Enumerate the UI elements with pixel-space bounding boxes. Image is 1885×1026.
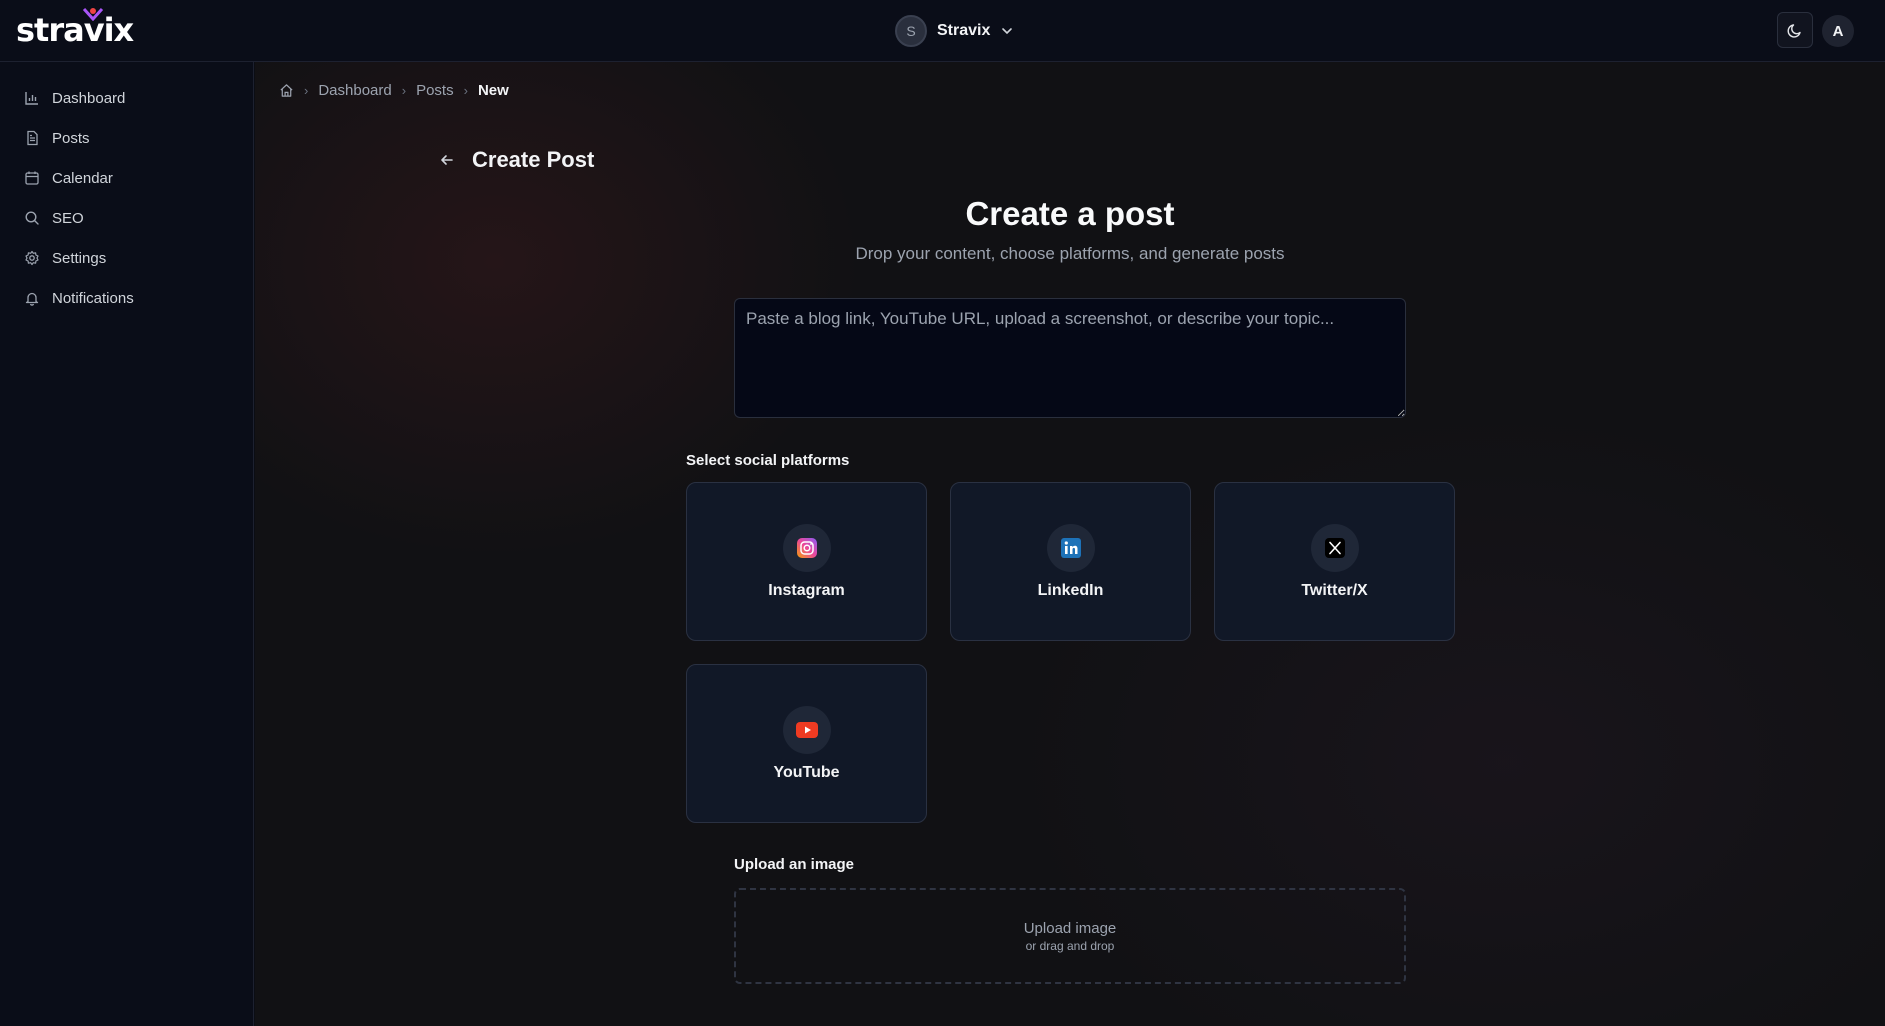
gear-icon	[25, 250, 39, 266]
theme-toggle-button[interactable]	[1777, 12, 1813, 48]
sidebar: Dashboard Posts Calendar SEO Settings No…	[0, 62, 254, 1026]
main-content: › Dashboard › Posts › New Create Post Cr…	[255, 62, 1885, 1026]
platform-card-twitter[interactable]: Twitter/X	[1214, 482, 1455, 641]
platform-card-youtube[interactable]: YouTube	[686, 664, 927, 823]
user-avatar[interactable]: A	[1822, 15, 1854, 47]
hero-title: Create a post	[965, 195, 1175, 232]
bar-chart-icon	[25, 92, 38, 105]
platforms-label: Select social platforms	[686, 452, 850, 469]
sidebar-item-dashboard[interactable]: Dashboard	[0, 78, 253, 118]
back-arrow-icon[interactable]	[438, 151, 456, 169]
search-icon	[25, 211, 39, 225]
sidebar-item-label: Calendar	[52, 169, 113, 187]
sidebar-item-label: Dashboard	[52, 89, 126, 107]
breadcrumb: › Dashboard › Posts › New	[279, 78, 509, 102]
linkedin-icon-wrap	[1046, 523, 1095, 572]
workspace-avatar: S	[895, 15, 927, 47]
breadcrumb-item-posts[interactable]: Posts	[416, 82, 454, 99]
top-bar: strav ix S Stravix A	[0, 0, 1885, 62]
sidebar-item-calendar[interactable]: Calendar	[0, 158, 253, 198]
document-icon	[27, 130, 38, 146]
hero-subtitle: Drop your content, choose platforms, and…	[855, 244, 1285, 263]
linkedin-icon	[1060, 537, 1081, 558]
breadcrumb-separator: ›	[463, 82, 468, 98]
sidebar-item-notifications[interactable]: Notifications	[0, 278, 253, 318]
platform-card-linkedin[interactable]: LinkedIn	[950, 482, 1191, 641]
bell-icon	[25, 292, 39, 306]
platform-name: LinkedIn	[1037, 581, 1104, 599]
breadcrumb-current: New	[477, 81, 509, 99]
logo-text: strav ix	[16, 7, 134, 49]
page-title: Create Post	[472, 147, 595, 172]
breadcrumb-separator: ›	[401, 82, 407, 98]
moon-icon	[1787, 24, 1801, 38]
topic-input[interactable]	[734, 298, 1406, 418]
sidebar-item-posts[interactable]: Posts	[0, 118, 253, 158]
workspace-switcher[interactable]: S Stravix	[895, 14, 1014, 48]
page-header: Create Post	[438, 142, 594, 178]
sidebar-item-label: Notifications	[52, 289, 134, 307]
chevron-down-icon	[1002, 28, 1013, 35]
platform-name: YouTube	[773, 763, 840, 781]
sidebar-item-label: SEO	[52, 209, 84, 227]
platform-card-instagram[interactable]: Instagram	[686, 482, 927, 641]
youtube-icon-wrap	[782, 705, 831, 754]
image-upload-dropzone[interactable]: Upload image or drag and drop	[734, 888, 1406, 984]
sidebar-item-label: Posts	[52, 129, 90, 147]
home-icon[interactable]	[279, 83, 294, 98]
stravix-logo[interactable]: strav ix	[16, 7, 134, 49]
instagram-icon-wrap	[782, 523, 831, 572]
workspace-name: Stravix	[937, 22, 991, 39]
upload-subtitle: or drag and drop	[1025, 938, 1115, 953]
sidebar-item-seo[interactable]: SEO	[0, 198, 253, 238]
x-icon	[1324, 537, 1345, 558]
youtube-icon	[795, 721, 818, 738]
instagram-icon	[796, 537, 817, 558]
sidebar-item-settings[interactable]: Settings	[0, 238, 253, 278]
x-icon-wrap	[1310, 523, 1359, 572]
calendar-icon	[25, 171, 39, 185]
sidebar-item-label: Settings	[52, 249, 107, 267]
platform-name: Twitter/X	[1301, 581, 1368, 599]
platform-name: Instagram	[768, 581, 845, 599]
logo-mark-icon	[82, 7, 103, 21]
upload-label: Upload an image	[734, 856, 855, 873]
upload-title: Upload image	[1023, 919, 1117, 937]
breadcrumb-separator: ›	[304, 82, 309, 98]
breadcrumb-item-dashboard[interactable]: Dashboard	[318, 82, 391, 99]
